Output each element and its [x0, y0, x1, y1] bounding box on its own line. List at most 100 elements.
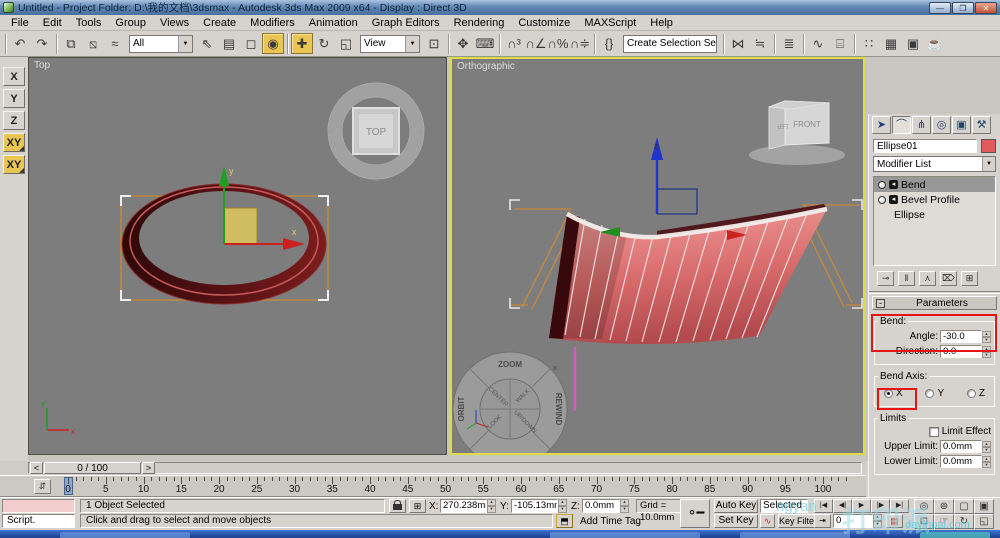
- lower-limit-spinner[interactable]: ▲ ▼: [982, 455, 991, 468]
- close-button[interactable]: ✕: [975, 1, 997, 14]
- maxscript-mini-listener[interactable]: Script.: [2, 514, 75, 528]
- maximize-viewport-toggle[interactable]: ◱: [974, 514, 994, 529]
- tab-modify[interactable]: ⌒: [892, 116, 911, 134]
- select-object-button[interactable]: ⇖: [196, 33, 218, 54]
- schematic-view-button[interactable]: ⌸: [829, 33, 851, 54]
- auto-key-button[interactable]: Auto Key: [714, 499, 758, 513]
- minimize-button[interactable]: —: [929, 1, 951, 14]
- viewcube-front-face[interactable]: FRONT: [793, 120, 821, 129]
- bend-axis-option-z[interactable]: Z: [966, 388, 985, 399]
- viewport-orthographic-label[interactable]: Orthographic: [457, 61, 515, 72]
- z-spinner[interactable]: ▲ ▼: [620, 499, 629, 513]
- radio-icon[interactable]: [966, 389, 976, 398]
- wheel-menu-icon[interactable]: ▾: [554, 450, 558, 453]
- key-selection-dropdown[interactable]: Selected: [760, 499, 808, 513]
- compass-w[interactable]: W: [328, 129, 335, 136]
- snaps-toggle-button[interactable]: ∩³: [503, 33, 525, 54]
- viewcube[interactable]: N E S W TOP: [327, 82, 425, 183]
- steering-wheel[interactable]: ZOOM PAN ORBIT REWIND CENTER WALK LOOK U…: [452, 351, 568, 453]
- chevron-down-icon[interactable]: ▼: [405, 35, 419, 52]
- select-by-name-button[interactable]: ▤: [218, 33, 240, 54]
- remove-modifier-button[interactable]: ⌦: [940, 270, 957, 286]
- object-name-field[interactable]: Ellipse01: [873, 139, 977, 153]
- stack-item-bevel-profile[interactable]: ◂ Bevel Profile: [874, 192, 995, 207]
- axis-constraint-xy-4[interactable]: XY ◢: [3, 155, 25, 174]
- y-spinner[interactable]: ▲ ▼: [558, 499, 567, 513]
- set-key-button[interactable]: Set Key: [714, 514, 758, 528]
- menu-customize[interactable]: Customize: [511, 16, 577, 30]
- wheel-orbit[interactable]: ORBIT: [457, 396, 466, 421]
- wheel-rewind[interactable]: REWIND: [554, 393, 563, 426]
- arc-rotate-button[interactable]: ↻: [954, 514, 974, 529]
- next-frame-button[interactable]: |▶: [871, 499, 890, 513]
- menu-animation[interactable]: Animation: [302, 16, 365, 30]
- zoom-extents-all-button[interactable]: ▣: [974, 499, 994, 514]
- window-crossing-toggle[interactable]: ◉: [262, 33, 284, 54]
- limit-effect-checkbox[interactable]: [928, 426, 939, 437]
- material-editor-button[interactable]: ∷: [858, 33, 880, 54]
- zoom-region-button[interactable]: ⊡: [914, 514, 934, 529]
- object-color-swatch[interactable]: [981, 139, 996, 153]
- open-mini-track-button[interactable]: ▤: [886, 514, 903, 528]
- radio-icon[interactable]: [884, 389, 893, 398]
- select-and-manipulate-button[interactable]: ✥: [452, 33, 474, 54]
- compass-n[interactable]: N: [373, 83, 378, 90]
- upper-limit-spinner[interactable]: ▲ ▼: [982, 440, 991, 453]
- axis-constraint-x-0[interactable]: X: [3, 67, 25, 86]
- menu-tools[interactable]: Tools: [69, 16, 109, 30]
- axis-constraint-z-2[interactable]: Z: [3, 111, 25, 130]
- maximize-button[interactable]: ❐: [952, 1, 974, 14]
- menu-maxscript[interactable]: MAXScript: [577, 16, 643, 30]
- stack-item-bend[interactable]: ◂ Bend: [874, 177, 995, 192]
- radio-icon[interactable]: [925, 389, 935, 398]
- current-frame-field[interactable]: 0: [833, 514, 873, 528]
- render-setup-button[interactable]: ▦: [880, 33, 902, 54]
- angle-field[interactable]: -30.0: [940, 330, 982, 343]
- direction-spinner[interactable]: ▲ ▼: [982, 345, 991, 358]
- wheel-pan[interactable]: PAN: [502, 452, 519, 453]
- pan-button[interactable]: ☞: [934, 514, 954, 529]
- viewport-orthographic[interactable]: Orthographic z LEFT FRONT ZOOM ORBIT REW…: [450, 57, 865, 455]
- upper-limit-field[interactable]: 0.0mm: [940, 440, 982, 453]
- tab-create[interactable]: ➤: [872, 116, 891, 134]
- set-keys-button[interactable]: ⚬━: [680, 499, 710, 528]
- gizmo-xy-plane-handle[interactable]: [223, 207, 258, 245]
- show-end-result-button[interactable]: ‖: [898, 270, 915, 286]
- select-and-move-button[interactable]: ✚: [291, 33, 313, 54]
- previous-frame-button[interactable]: ◀|: [833, 499, 852, 513]
- go-to-end-button[interactable]: ▶|: [890, 499, 909, 513]
- rendered-frame-window-button[interactable]: ▣: [902, 33, 924, 54]
- next-frame-arrow[interactable]: >: [142, 462, 155, 474]
- tab-utilities[interactable]: ⚒: [972, 116, 991, 134]
- lightbulb-icon[interactable]: [878, 180, 886, 189]
- spinner-snap-toggle-button[interactable]: ∩≑: [569, 33, 591, 54]
- layer-manager-button[interactable]: ≣: [778, 33, 800, 54]
- select-and-link-button[interactable]: ⧉: [60, 33, 82, 54]
- viewcube-top-face[interactable]: TOP: [366, 127, 387, 138]
- quick-render-button[interactable]: ☕: [924, 33, 946, 54]
- z-coordinate-field[interactable]: 0.0mm: [582, 499, 620, 513]
- default-in-out-tangents-button[interactable]: ∿: [760, 514, 775, 528]
- tab-motion[interactable]: ◎: [932, 116, 951, 134]
- angle-snap-toggle-button[interactable]: ∩∠: [525, 33, 547, 54]
- modifier-list-dropdown[interactable]: Modifier List ▼: [873, 156, 996, 172]
- select-and-scale-button[interactable]: ◱: [335, 33, 357, 54]
- previous-frame-arrow[interactable]: <: [30, 462, 43, 474]
- make-unique-button[interactable]: ⋏: [919, 270, 936, 286]
- use-pivot-point-center-button[interactable]: ⊡: [423, 33, 445, 54]
- select-and-rotate-button[interactable]: ↻: [313, 33, 335, 54]
- menu-rendering[interactable]: Rendering: [447, 16, 512, 30]
- named-selection-set-dropdown[interactable]: Create Selection Set▼: [623, 34, 717, 53]
- time-slider-handle[interactable]: 0 / 100: [44, 462, 141, 474]
- menu-help[interactable]: Help: [643, 16, 680, 30]
- axis-constraint-y-1[interactable]: Y: [3, 89, 25, 108]
- play-button[interactable]: ▶: [852, 499, 871, 513]
- menu-modifiers[interactable]: Modifiers: [243, 16, 302, 30]
- tab-display[interactable]: ▣: [952, 116, 971, 134]
- time-tag-icon[interactable]: ⬒: [556, 514, 573, 528]
- tab-hierarchy[interactable]: ⋔: [912, 116, 931, 134]
- open-mini-curve-editor-button[interactable]: ⇵: [34, 479, 51, 494]
- compass-e[interactable]: E: [419, 129, 424, 136]
- y-coordinate-field[interactable]: -105.13mm: [511, 499, 558, 513]
- wheel-zoom[interactable]: ZOOM: [498, 360, 522, 369]
